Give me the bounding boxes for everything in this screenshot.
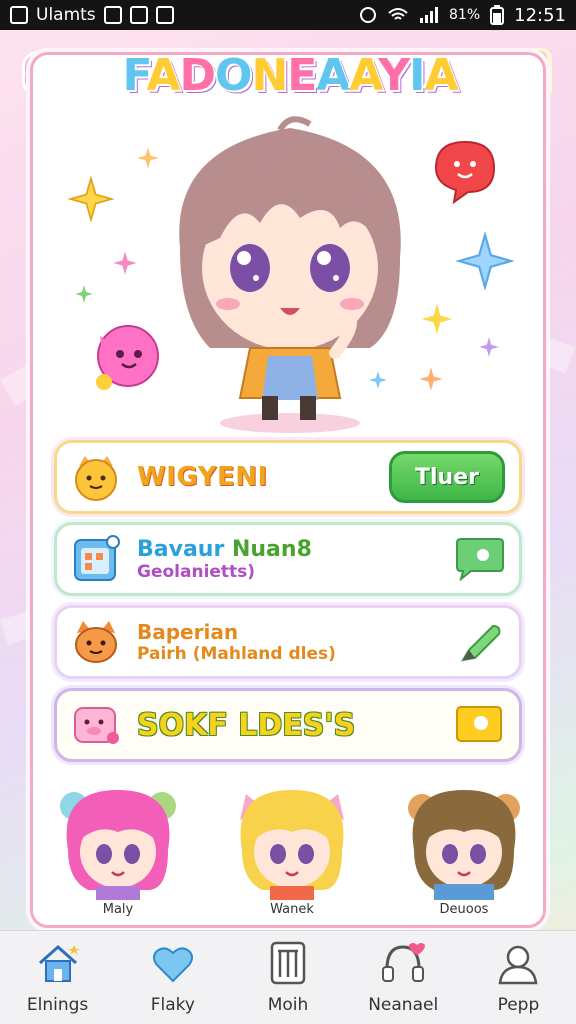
menu-row-3[interactable]: Baperian Pairh (Mahland dles) (54, 605, 522, 679)
row4-label: SOKF LDES'S (137, 707, 356, 743)
battery-icon (490, 5, 505, 25)
star-sparkle-icon (456, 232, 514, 290)
book-icon (270, 941, 306, 985)
character-card-3[interactable]: Deuoos (394, 780, 534, 920)
status-app-label: Ulamts (36, 5, 96, 25)
nav-label-profile: Pepp (497, 995, 540, 1015)
sync-icon (360, 7, 376, 23)
bottom-nav: Elnings Flaky Moih Neanael Pepp (0, 930, 576, 1024)
nav-item-music[interactable]: Neanael (346, 931, 461, 1024)
signal-icon (420, 7, 438, 23)
nav-label-book: Moih (267, 995, 309, 1015)
character-card-2[interactable]: Wanek (222, 780, 362, 920)
nav-item-home[interactable]: Elnings (0, 931, 115, 1024)
star-sparkle-icon (68, 176, 114, 222)
menu-row-2[interactable]: Bavaur Nuan8 Geolanietts) (54, 522, 522, 596)
heart-icon (152, 947, 193, 983)
chat-bubble-icon[interactable] (453, 537, 505, 581)
puzzle-icon (155, 6, 174, 24)
status-bar: Ulamts 81% 12:51 (0, 0, 576, 30)
nav-label-home: Elnings (26, 995, 89, 1015)
row2-title-b: Nuan8 (231, 536, 312, 562)
row3-title: Baperian (137, 620, 239, 644)
wifi-icon (388, 8, 408, 20)
headphones-icon (382, 943, 426, 982)
image-icon (103, 6, 122, 24)
row1-label: WIGYENI (137, 462, 268, 492)
star-sparkle-icon (75, 285, 93, 303)
menu-row-1[interactable]: WIGYENI Tluer (54, 440, 522, 514)
chart-app-icon (10, 6, 28, 24)
cat-face-icon (75, 456, 117, 501)
row2-title-a: Bavaur (137, 536, 225, 562)
row3-subtitle: Pairh (Mahland dles) (137, 644, 336, 664)
fox-face-icon (75, 621, 117, 663)
character-name-1: Maly (102, 902, 134, 917)
chat-bubble-icon (434, 140, 496, 205)
character-avatar-2 (240, 790, 344, 900)
nav-label-favorites: Flaky (150, 995, 195, 1015)
hero-character-illustration (179, 116, 401, 433)
character-card-1[interactable]: Maly (48, 780, 188, 920)
row2-subtitle: Geolanietts) (137, 561, 256, 582)
character-name-2: Wanek (270, 902, 314, 917)
row2-title: Bavaur Nuan8 (137, 537, 453, 562)
pig-face-icon (74, 707, 119, 744)
nav-label-music: Neanael (368, 995, 439, 1015)
nav-item-book[interactable]: Moih (230, 931, 345, 1024)
menu-row-4[interactable]: SOKF LDES'S (54, 688, 522, 762)
message-icon[interactable] (453, 703, 505, 747)
star-sparkle-icon (113, 251, 137, 275)
character-name-3: Deuoos (439, 902, 489, 917)
nav-item-favorites[interactable]: Flaky (115, 931, 230, 1024)
character-avatar-1 (60, 790, 176, 900)
battery-percent: 81% (449, 7, 481, 23)
calendar-icon (74, 535, 120, 581)
home-icon (38, 944, 80, 982)
character-avatar-3 (408, 790, 520, 900)
play-button[interactable]: Tluer (389, 451, 505, 503)
pencil-leaf-icon[interactable] (453, 620, 505, 664)
star-sparkle-icon (479, 337, 499, 357)
photo-icon (129, 6, 148, 24)
profile-icon (498, 945, 538, 985)
clock: 12:51 (514, 4, 566, 26)
nav-item-profile[interactable]: Pepp (461, 931, 576, 1024)
